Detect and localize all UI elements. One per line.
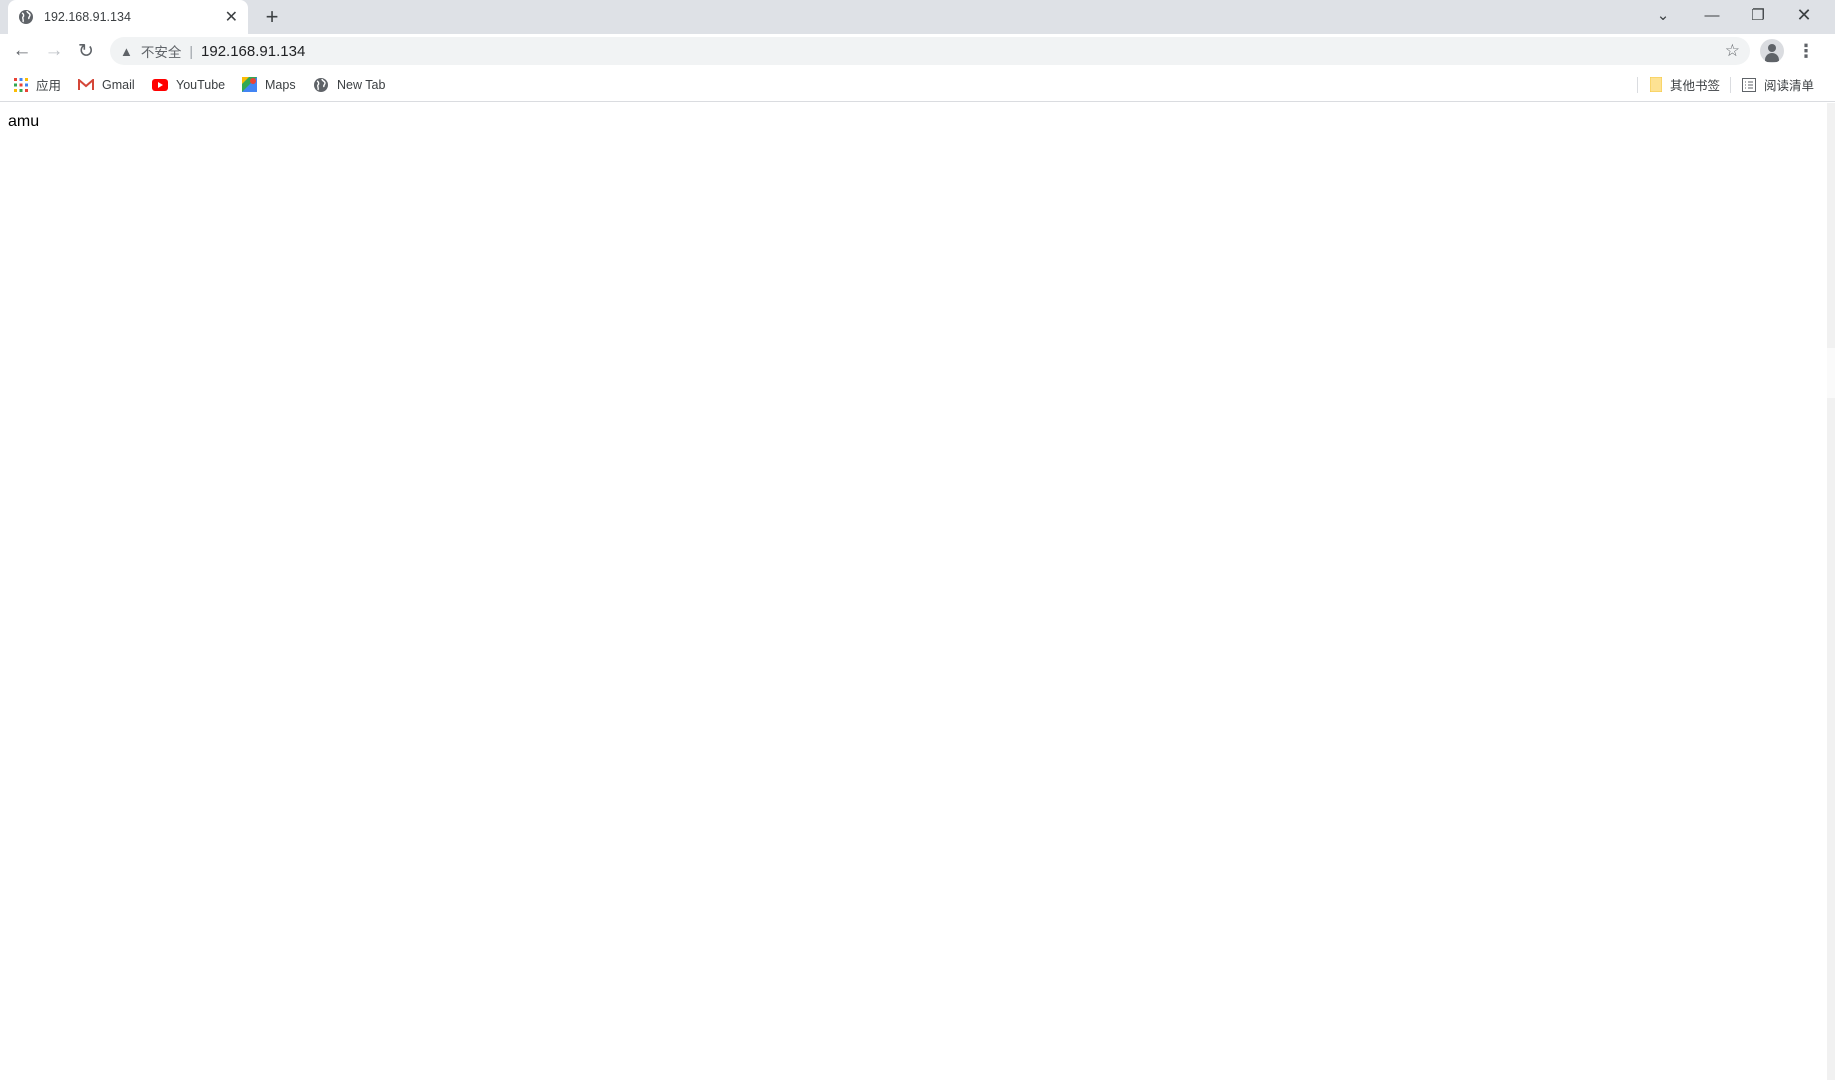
reading-list-icon	[1742, 77, 1756, 92]
close-window-button[interactable]: ✕	[1781, 0, 1827, 30]
reload-button[interactable]: ↻	[70, 36, 102, 66]
new-tab-button[interactable]: +	[258, 4, 286, 30]
url-text[interactable]: 192.168.91.134	[201, 43, 305, 60]
security-label[interactable]: 不安全	[141, 41, 182, 61]
apps-grid-icon	[14, 77, 28, 92]
close-tab-icon[interactable]: ✕	[225, 7, 238, 27]
globe-icon	[313, 77, 329, 93]
folder-icon	[1650, 77, 1662, 92]
profile-avatar[interactable]	[1760, 39, 1784, 63]
warning-icon[interactable]: ▲	[120, 44, 133, 59]
gmail-icon	[78, 78, 94, 91]
other-bookmarks-label: 其他书签	[1670, 79, 1721, 93]
divider	[1637, 77, 1638, 93]
bookmark-apps[interactable]: 应用	[14, 68, 61, 101]
bookmark-label: Gmail	[102, 77, 135, 92]
bookmark-star-icon[interactable]: ☆	[1725, 41, 1740, 61]
tab-strip: 192.168.91.134 ✕ + ⌄ — ❐ ✕	[0, 0, 1835, 34]
minimize-button[interactable]: —	[1689, 0, 1735, 30]
scrollbar-thumb[interactable]	[1827, 348, 1835, 398]
bookmarks-bar: 应用 Gmail YouTube Maps New Tab 其他书签 阅读清单	[0, 68, 1835, 102]
page-text: amu	[8, 113, 40, 130]
bookmark-new-tab[interactable]: New Tab	[313, 68, 385, 101]
menu-kebab-icon[interactable]: ⋮	[1797, 39, 1815, 63]
bookmark-label: 应用	[36, 79, 62, 93]
maps-icon	[242, 77, 257, 92]
youtube-icon	[152, 78, 168, 91]
globe-icon	[18, 9, 34, 25]
tab-active[interactable]: 192.168.91.134 ✕	[8, 0, 248, 34]
restore-button[interactable]: ❐	[1735, 0, 1781, 30]
reading-list[interactable]: 阅读清单	[1742, 68, 1814, 101]
bookmark-youtube[interactable]: YouTube	[152, 68, 225, 101]
page-content: amu	[0, 103, 1827, 1080]
bookmark-label: Maps	[265, 77, 296, 92]
toolbar: ← → ↻ ▲ 不安全 | 192.168.91.134 ☆ ⋮	[0, 34, 1835, 68]
bookmark-gmail[interactable]: Gmail	[78, 68, 135, 101]
forward-button[interactable]: →	[38, 36, 70, 66]
address-bar[interactable]: ▲ 不安全 | 192.168.91.134 ☆	[110, 37, 1750, 65]
separator: |	[189, 43, 194, 59]
back-button[interactable]: ←	[6, 36, 38, 66]
reading-list-label: 阅读清单	[1764, 79, 1815, 93]
tab-title: 192.168.91.134	[44, 10, 131, 24]
bookmark-label: YouTube	[176, 77, 226, 92]
tab-search-chevron-icon[interactable]: ⌄	[1640, 0, 1686, 30]
bookmark-maps[interactable]: Maps	[242, 68, 296, 101]
scrollbar[interactable]	[1827, 103, 1835, 1080]
other-bookmarks[interactable]: 其他书签	[1650, 68, 1720, 101]
bookmark-label: New Tab	[337, 77, 386, 92]
divider	[1730, 77, 1731, 93]
